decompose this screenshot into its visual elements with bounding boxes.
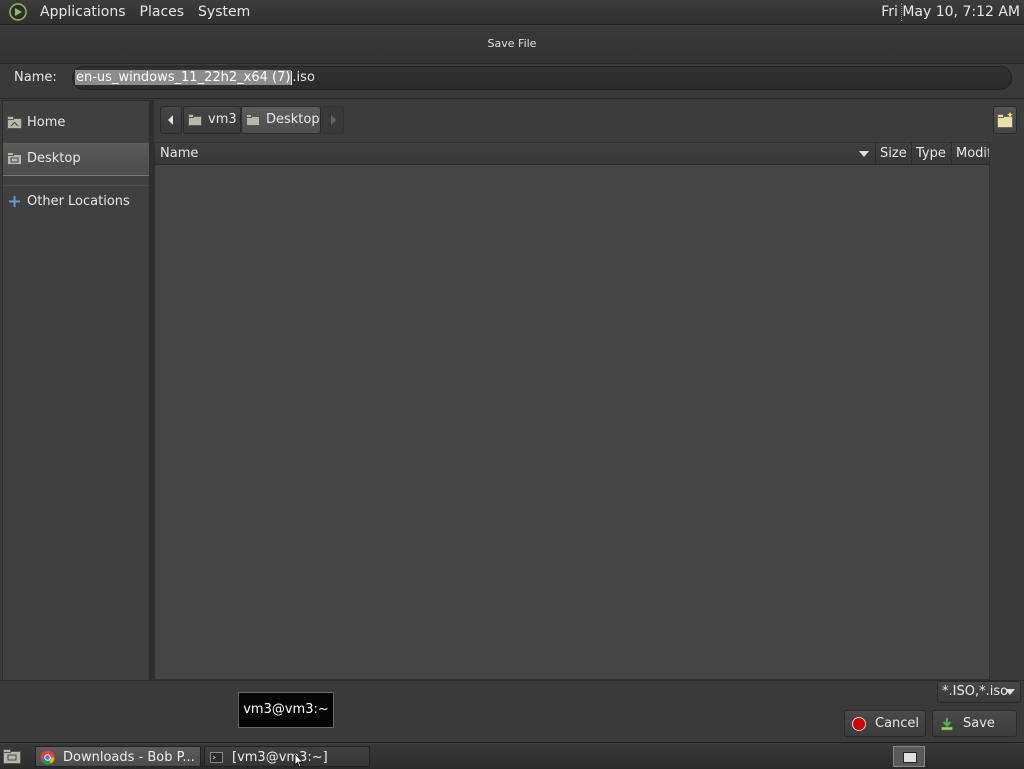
dialog-title: Save File xyxy=(0,25,1024,64)
mouse-pointer-icon xyxy=(294,753,304,768)
path-scroll-right-button[interactable] xyxy=(322,106,344,134)
path-segment-vm3[interactable]: vm3 xyxy=(183,106,241,134)
home-folder-icon xyxy=(7,116,22,129)
places-sidebar: Home Desktop Other Locations xyxy=(2,100,151,682)
column-header-type[interactable]: Type xyxy=(911,143,951,165)
workspace-window-icon xyxy=(903,752,917,763)
sidebar-item-label: Home xyxy=(27,115,66,130)
applications-menu[interactable]: Applications xyxy=(33,4,133,20)
cancel-icon xyxy=(852,717,866,731)
chrome-browser-icon xyxy=(40,750,55,765)
new-folder-button[interactable] xyxy=(993,106,1017,134)
desktop-folder-icon xyxy=(246,114,260,126)
file-list[interactable]: Name Size Type Modified xyxy=(154,142,990,680)
column-header-modified[interactable]: Modified xyxy=(951,143,989,165)
new-folder-icon xyxy=(997,112,1013,128)
path-segment-desktop[interactable]: Desktop xyxy=(241,106,321,134)
filename-extension: .iso xyxy=(292,70,315,85)
chevron-right-icon xyxy=(331,115,336,125)
filter-selected-value: *.ISO,*.iso xyxy=(942,684,1009,699)
save-download-icon xyxy=(941,718,953,731)
top-panel: Applications Places System Fri May 10, 7… xyxy=(0,0,1024,25)
sidebar-item-home[interactable]: Home xyxy=(3,107,150,139)
name-label: Name: xyxy=(14,70,57,85)
column-header-label: Modified xyxy=(956,146,989,161)
terminal-icon xyxy=(210,752,223,763)
filename-input[interactable]: en-us_windows_11_22h2_x64 (7) .iso xyxy=(72,66,1012,90)
path-scroll-left-button[interactable] xyxy=(160,106,182,134)
clock[interactable]: Fri May 10, 7:12 AM xyxy=(881,4,1020,20)
column-header-size[interactable]: Size xyxy=(875,143,911,165)
path-bar: vm3 Desktop xyxy=(154,100,1024,142)
column-header-name[interactable]: Name xyxy=(155,143,875,165)
system-menu[interactable]: System xyxy=(191,4,257,20)
show-desktop-icon[interactable] xyxy=(2,747,22,765)
taskbar-item-label: [vm3@vm3:~] xyxy=(232,750,328,765)
filename-selected-text: en-us_windows_11_22h2_x64 (7) xyxy=(75,70,292,85)
scroll-gutter xyxy=(990,142,1024,680)
path-segment-label: vm3 xyxy=(208,112,237,127)
home-folder-icon xyxy=(188,114,202,126)
name-row: Name: en-us_windows_11_22h2_x64 (7) .iso xyxy=(0,64,1024,99)
taskbar-item-terminal[interactable]: [vm3@vm3:~] xyxy=(204,746,370,767)
taskbar-item-label: Downloads - Bob P... xyxy=(63,750,195,765)
file-type-filter-dropdown[interactable]: *.ISO,*.iso xyxy=(937,681,1021,703)
plus-icon xyxy=(9,196,20,207)
column-header-label: Name xyxy=(160,146,199,161)
save-button[interactable]: Save xyxy=(932,710,1017,737)
chevron-left-icon xyxy=(168,115,173,125)
distro-logo-icon[interactable] xyxy=(9,3,27,21)
places-menu[interactable]: Places xyxy=(133,4,192,20)
sort-down-icon xyxy=(859,151,869,157)
dropdown-arrow-icon xyxy=(1005,689,1015,695)
column-header-label: Size xyxy=(880,146,907,161)
column-header-label: Type xyxy=(916,146,946,161)
cancel-button[interactable]: Cancel xyxy=(844,710,926,737)
sidebar-item-label: Desktop xyxy=(27,151,81,166)
sidebar-item-other-locations[interactable]: Other Locations xyxy=(3,185,150,218)
sidebar-item-desktop[interactable]: Desktop xyxy=(3,143,150,176)
desktop-folder-icon xyxy=(7,152,22,165)
workspace-switcher[interactable] xyxy=(893,746,925,767)
sidebar-item-label: Other Locations xyxy=(27,194,130,209)
save-label: Save xyxy=(963,716,995,731)
path-segment-label: Desktop xyxy=(266,112,320,127)
cancel-label: Cancel xyxy=(875,716,920,731)
taskbar-tooltip: vm3@vm3:~ xyxy=(238,692,334,728)
bottom-taskbar: Downloads - Bob P... [vm3@vm3:~] xyxy=(0,742,1024,769)
taskbar-item-downloads[interactable]: Downloads - Bob P... xyxy=(35,746,201,767)
